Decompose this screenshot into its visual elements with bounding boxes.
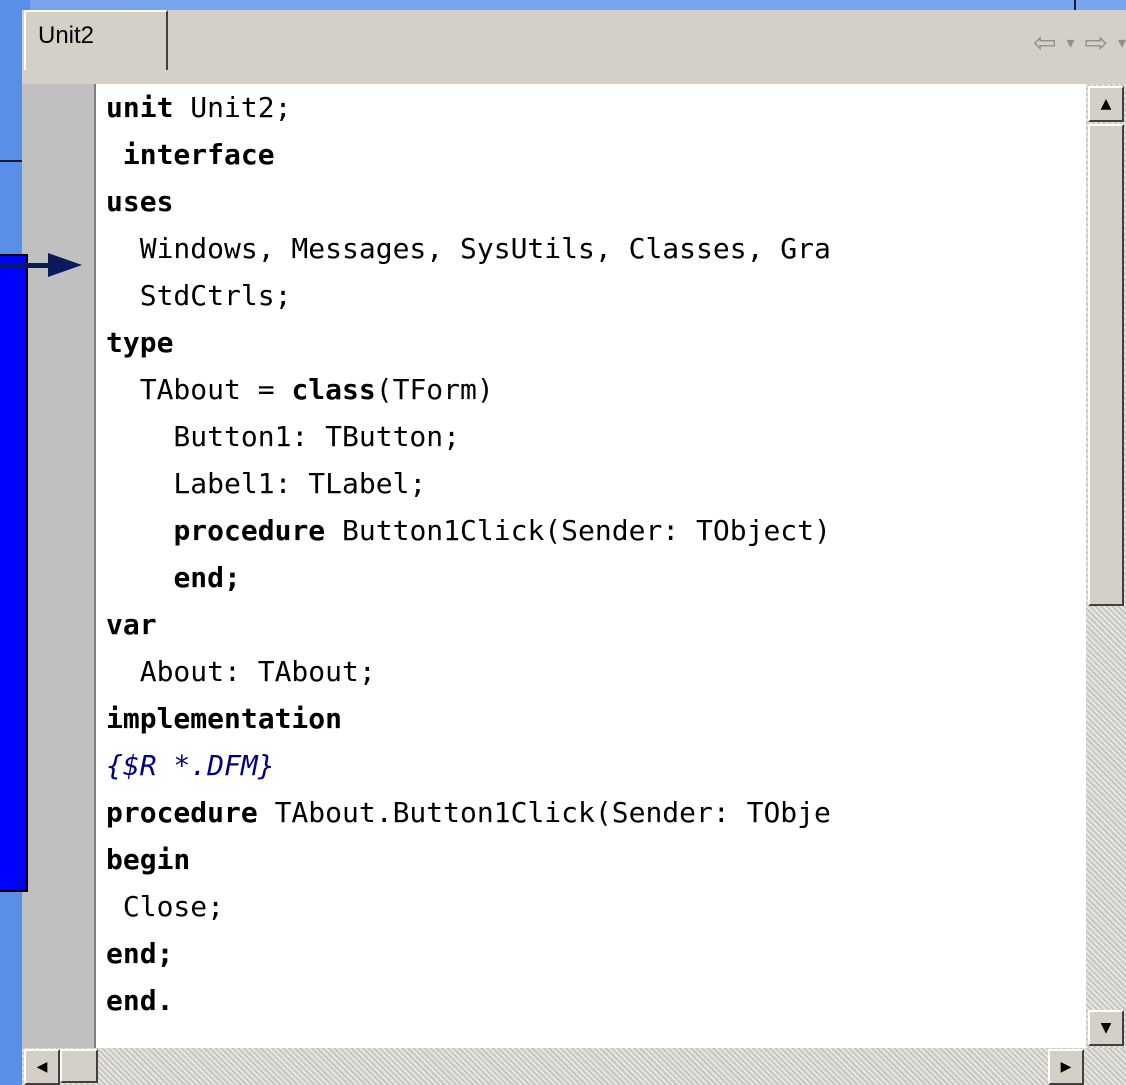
code-line: Close;: [96, 883, 1086, 930]
code-keyword: end;: [106, 937, 174, 970]
navigation-buttons: ⇦ ▾ ⇨ ▾: [916, 24, 1126, 60]
code-line: end.: [96, 977, 1086, 1024]
tab-unit2[interactable]: Unit2: [24, 10, 168, 70]
code-text: TAbout.Button1Click(Sender: TObje: [257, 796, 831, 829]
code-text: Unit2;: [173, 91, 292, 124]
scroll-up-button[interactable]: ▲: [1088, 86, 1124, 122]
code-keyword: procedure: [173, 514, 326, 547]
code-keyword: implementation: [106, 702, 343, 735]
scroll-right-button[interactable]: ▶: [1048, 1049, 1084, 1085]
code-line: unit Unit2;: [96, 84, 1086, 131]
chevron-down-icon[interactable]: ▾: [1118, 33, 1126, 52]
blue-side-panel: [0, 254, 28, 892]
code-keyword: interface: [122, 138, 275, 171]
editor-gutter: [22, 84, 96, 1048]
scroll-left-button[interactable]: ◀: [24, 1049, 60, 1085]
code-line: end;: [96, 930, 1086, 977]
code-line: uses: [96, 178, 1086, 225]
code-keyword: uses: [106, 185, 174, 218]
code-text: Windows, Messages, SysUtils, Classes, Gr…: [106, 232, 831, 265]
code-line: begin: [96, 836, 1086, 883]
arrow-right-icon: [48, 253, 82, 277]
code-text: Label1: TLabel;: [106, 467, 427, 500]
horizontal-scrollbar[interactable]: ◀ ▶: [22, 1048, 1126, 1085]
code-line: Button1: TButton;: [96, 413, 1086, 460]
arrow-left-icon[interactable]: ⇦: [1033, 26, 1056, 59]
horizontal-scroll-thumb[interactable]: [60, 1049, 98, 1083]
code-editor-window: Unit2 ⇦ ▾ ⇨ ▾ unit Unit2; interface uses …: [22, 10, 1126, 1085]
code-line: implementation: [96, 695, 1086, 742]
code-text: About: TAbout;: [106, 655, 376, 688]
code-line: var: [96, 601, 1086, 648]
code-line: TAbout = class(TForm): [96, 366, 1086, 413]
code-line: Windows, Messages, SysUtils, Classes, Gr…: [96, 225, 1086, 272]
pointer-arrow-line: [0, 263, 52, 268]
code-line: StdCtrls;: [96, 272, 1086, 319]
code-line: Label1: TLabel;: [96, 460, 1086, 507]
code-text: StdCtrls;: [106, 279, 292, 312]
code-line: procedure Button1Click(Sender: TObject): [96, 507, 1086, 554]
vertical-scrollbar[interactable]: ▲ ▼: [1086, 84, 1126, 1048]
code-line: {$R *.DFM}: [96, 742, 1086, 789]
code-line: About: TAbout;: [96, 648, 1086, 695]
code-text: Button1: TButton;: [106, 420, 461, 453]
code-text: TAbout =: [106, 373, 292, 406]
code-line: type: [96, 319, 1086, 366]
chevron-down-icon[interactable]: ▾: [1066, 33, 1074, 52]
code-line: end;: [96, 554, 1086, 601]
code-line: procedure TAbout.Button1Click(Sender: TO…: [96, 789, 1086, 836]
code-text: Close;: [106, 890, 225, 923]
code-text-area[interactable]: unit Unit2; interface uses Windows, Messa…: [96, 84, 1086, 1048]
code-text: (TForm): [375, 373, 494, 406]
code-keyword: end.: [106, 984, 174, 1017]
code-keyword: class: [291, 373, 376, 406]
code-keyword: begin: [106, 843, 191, 876]
code-keyword: type: [106, 326, 174, 359]
tab-label: Unit2: [38, 22, 95, 49]
tab-bar: Unit2 ⇦ ▾ ⇨ ▾: [22, 10, 1126, 70]
code-text: Button1Click(Sender: TObject): [325, 514, 831, 547]
code-comment: {$R *.DFM}: [106, 749, 275, 782]
vertical-scroll-thumb[interactable]: [1088, 124, 1124, 606]
code-line: interface: [96, 131, 1086, 178]
code-keyword: unit: [106, 91, 174, 124]
arrow-right-icon[interactable]: ⇨: [1085, 26, 1108, 59]
scroll-down-button[interactable]: ▼: [1088, 1010, 1124, 1046]
code-keyword: procedure: [106, 796, 258, 829]
code-keyword: end;: [173, 561, 241, 594]
code-keyword: var: [106, 608, 157, 641]
